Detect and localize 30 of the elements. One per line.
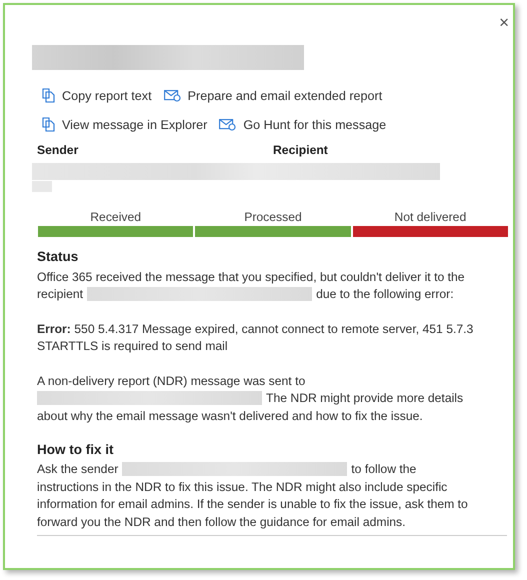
section-heading: How to fix it	[37, 442, 114, 456]
action-link[interactable]: Prepare and email extended report	[164, 88, 382, 103]
section-heading: Status	[37, 249, 80, 264]
paragraph-text: forward you the NDR and then follow the guidance for email admins.	[37, 514, 406, 529]
stage-label: Processed	[244, 210, 302, 224]
paragraph-text: recipient	[37, 287, 84, 302]
paragraph-text: The NDR might provide more details	[266, 391, 464, 406]
stage-label: Received	[90, 210, 142, 224]
action-link[interactable]: View message in Explorer	[42, 117, 208, 132]
paragraph-text: to follow the	[351, 462, 416, 476]
paragraph-text: due to the following error:	[316, 287, 454, 302]
close-button[interactable]: ×	[497, 13, 511, 33]
paragraph-text: information for email admins. If the sender is unable to fix the issue, ask them to	[37, 497, 468, 512]
column-header: Sender	[37, 143, 80, 157]
mail-icon	[164, 89, 181, 102]
paragraph-text: Office 365 received the message that you specified, but couldn't deliver it to the	[37, 270, 465, 284]
action-link[interactable]: Go Hunt for this message	[219, 117, 386, 132]
paragraph-text: A non-delivery report (NDR) message was sent to	[37, 374, 306, 388]
paragraph-text: about why the email message wasn't delivered and how to fix the issue.	[37, 408, 423, 423]
paragraph-text: Error: 550 5.4.317 Message expired, cannot connect to remote server, 451 5.7.3	[37, 322, 474, 336]
stage-label: Not delivered	[394, 210, 466, 224]
paragraph-text: Ask the sender	[37, 462, 118, 476]
paragraph-text: STARTTLS is required to send mail	[37, 339, 228, 354]
column-header: Recipient	[273, 143, 328, 157]
copy-icon	[42, 88, 55, 103]
action-link[interactable]: Copy report text	[42, 88, 152, 103]
mail-icon	[219, 118, 236, 131]
paragraph-text: instructions in the NDR to fix this issue. The NDR might also include specific	[37, 480, 448, 494]
copy-icon	[42, 117, 55, 132]
redacted-text	[32, 181, 52, 192]
